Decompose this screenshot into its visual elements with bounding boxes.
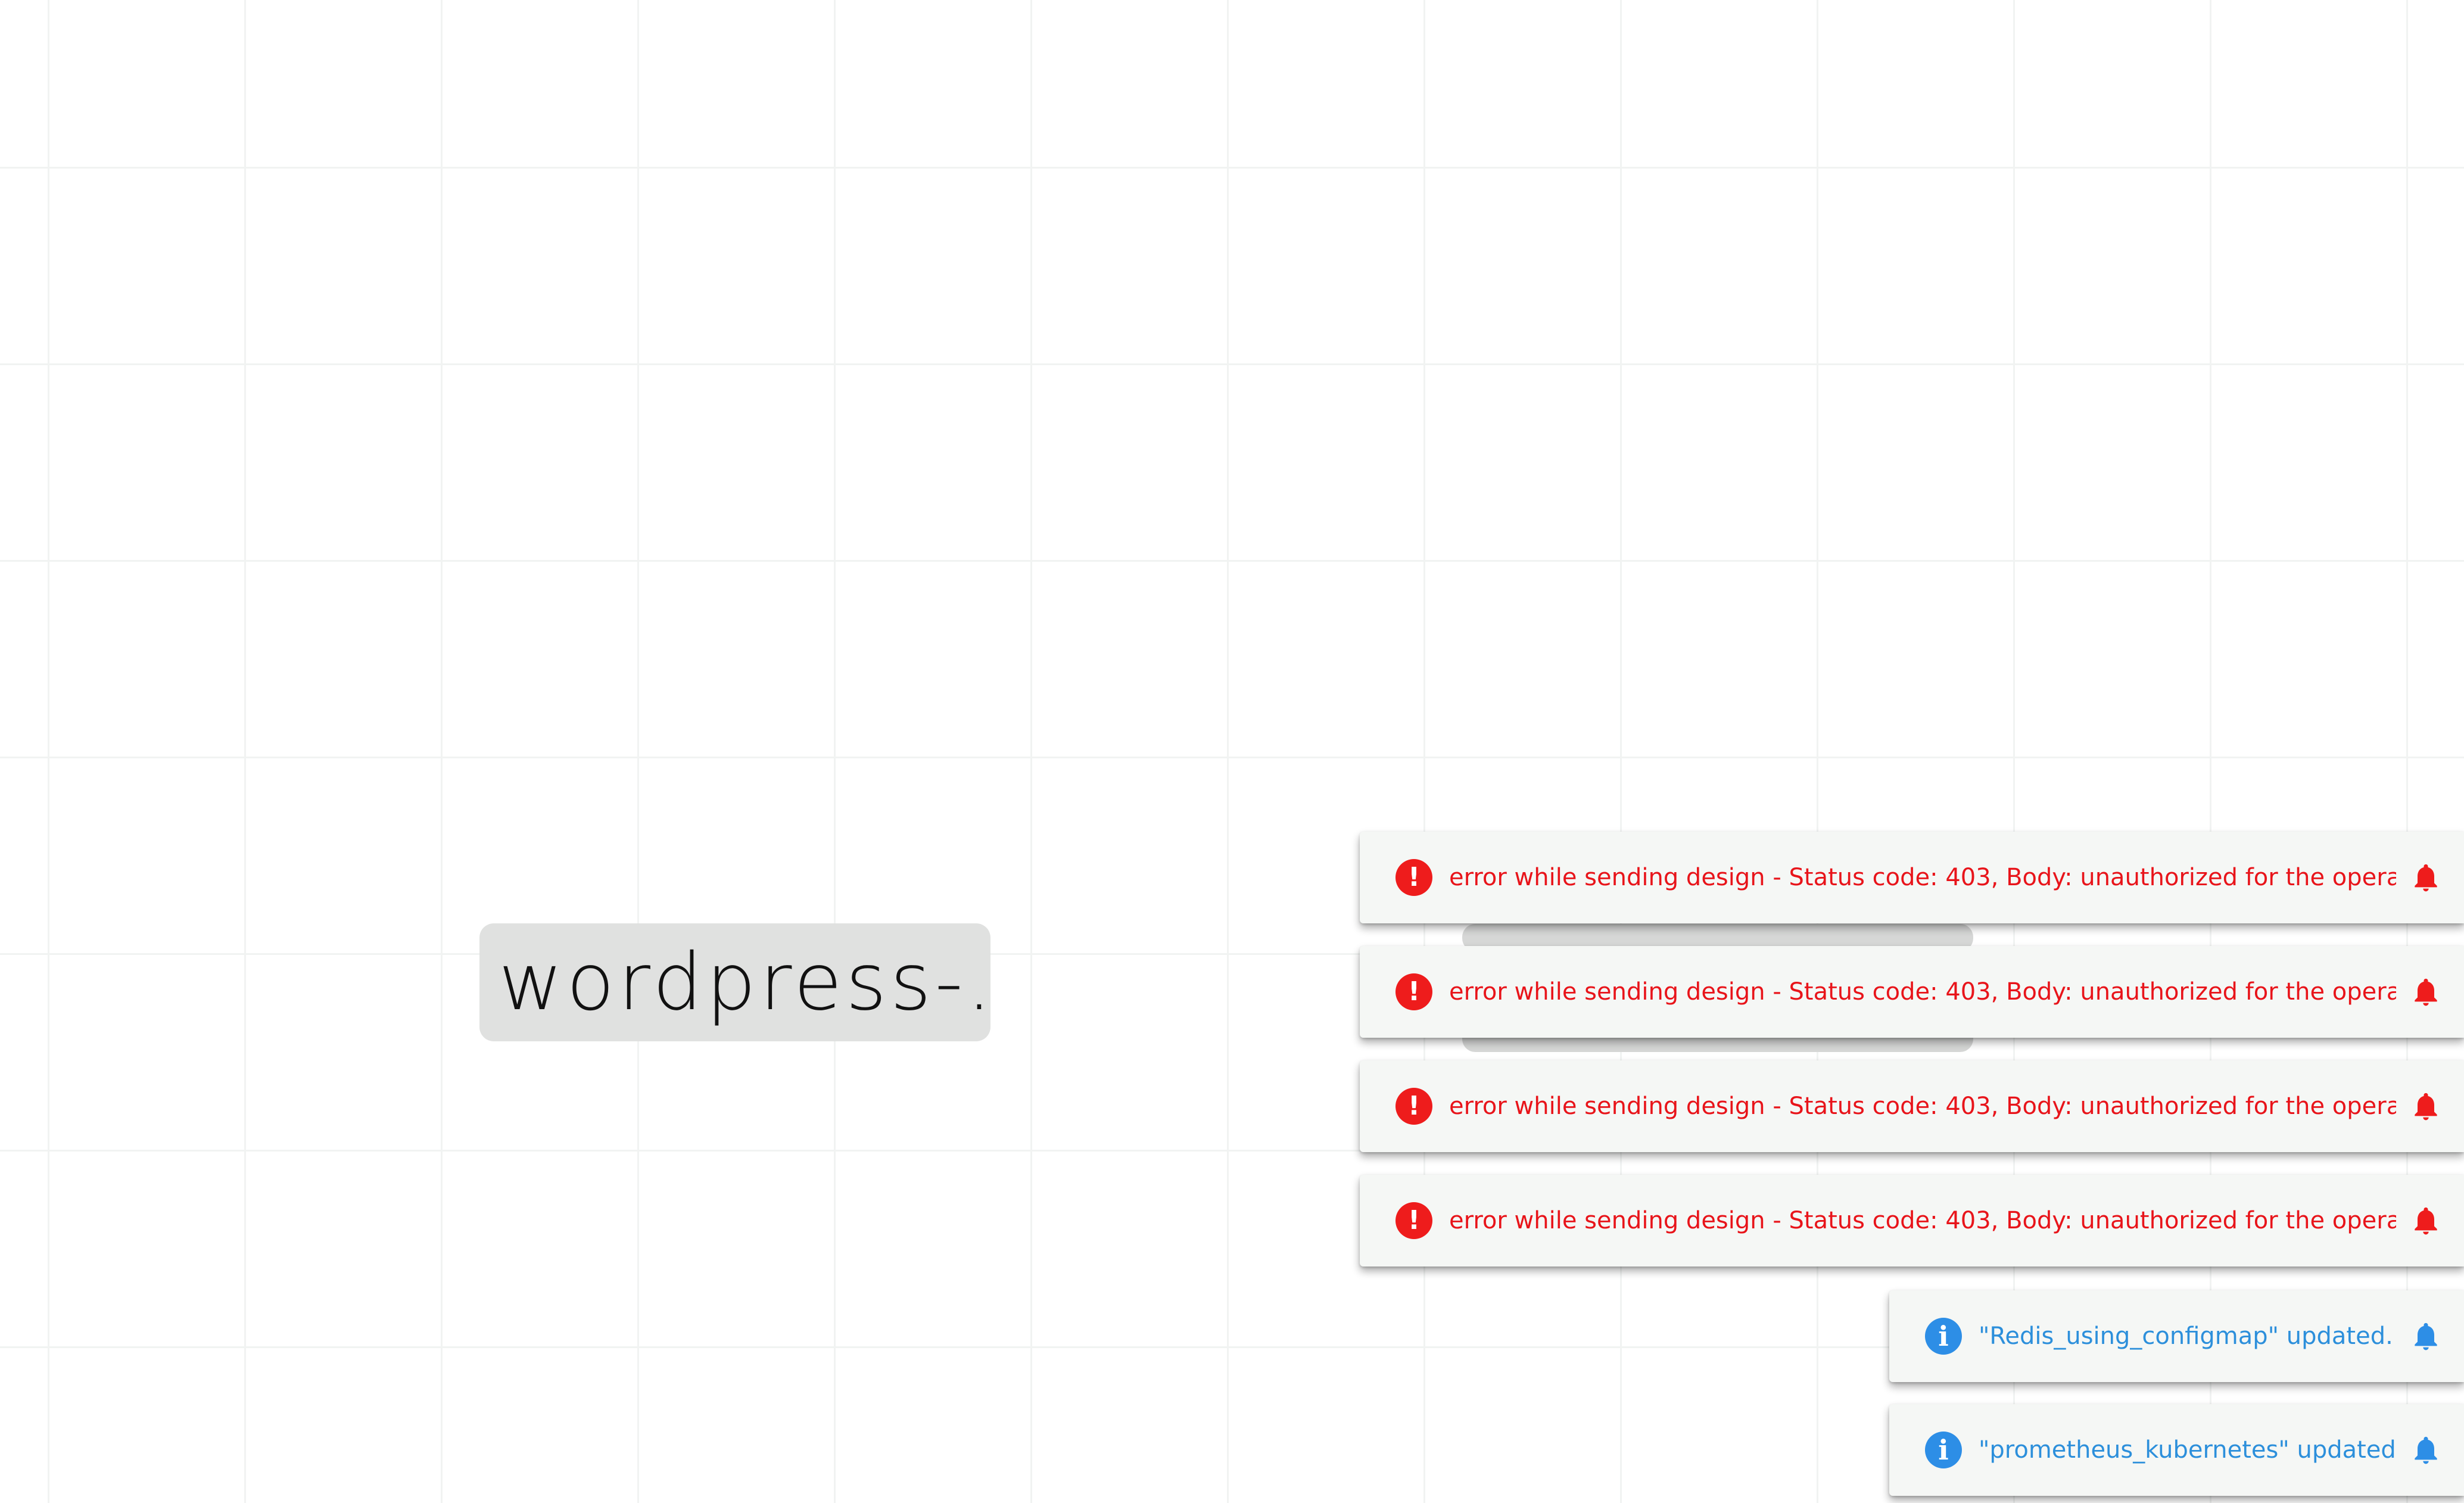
notification-message: error while sending design - Status code… bbox=[1449, 864, 2396, 891]
error-exclamation-icon: ! bbox=[1395, 1088, 1432, 1125]
bell-icon[interactable] bbox=[2408, 859, 2444, 896]
design-canvas[interactable]: wordpress-... ! error while sending desi… bbox=[0, 0, 2464, 1503]
info-icon: i bbox=[1925, 1318, 1962, 1355]
bell-icon[interactable] bbox=[2408, 1318, 2444, 1355]
notification-message: "prometheus_kubernetes" updated. bbox=[1979, 1436, 2396, 1464]
error-exclamation-icon: ! bbox=[1395, 859, 1432, 896]
info-icon: i bbox=[1925, 1432, 1962, 1468]
notification-message: "Redis_using_configmap" updated. bbox=[1979, 1322, 2393, 1350]
bell-icon[interactable] bbox=[2408, 1202, 2444, 1239]
node-label-wordpress[interactable]: wordpress-... bbox=[479, 923, 990, 1041]
bell-icon[interactable] bbox=[2408, 973, 2444, 1010]
error-exclamation-icon: ! bbox=[1395, 973, 1432, 1010]
info-notification[interactable]: i "Redis_using_configmap" updated. bbox=[1889, 1290, 2464, 1382]
notification-message: error while sending design - Status code… bbox=[1449, 978, 2396, 1006]
error-notification[interactable]: ! error while sending design - Status co… bbox=[1360, 1175, 2464, 1266]
info-notification[interactable]: i "prometheus_kubernetes" updated. bbox=[1889, 1404, 2464, 1496]
notification-message: error while sending design - Status code… bbox=[1449, 1093, 2396, 1120]
error-exclamation-icon: ! bbox=[1395, 1202, 1432, 1239]
error-notification[interactable]: ! error while sending design - Status co… bbox=[1360, 1060, 2464, 1152]
error-notification[interactable]: ! error while sending design - Status co… bbox=[1360, 946, 2464, 1038]
bell-icon[interactable] bbox=[2408, 1432, 2444, 1468]
error-notification[interactable]: ! error while sending design - Status co… bbox=[1360, 832, 2464, 923]
bell-icon[interactable] bbox=[2408, 1088, 2444, 1125]
notification-message: error while sending design - Status code… bbox=[1449, 1207, 2396, 1234]
